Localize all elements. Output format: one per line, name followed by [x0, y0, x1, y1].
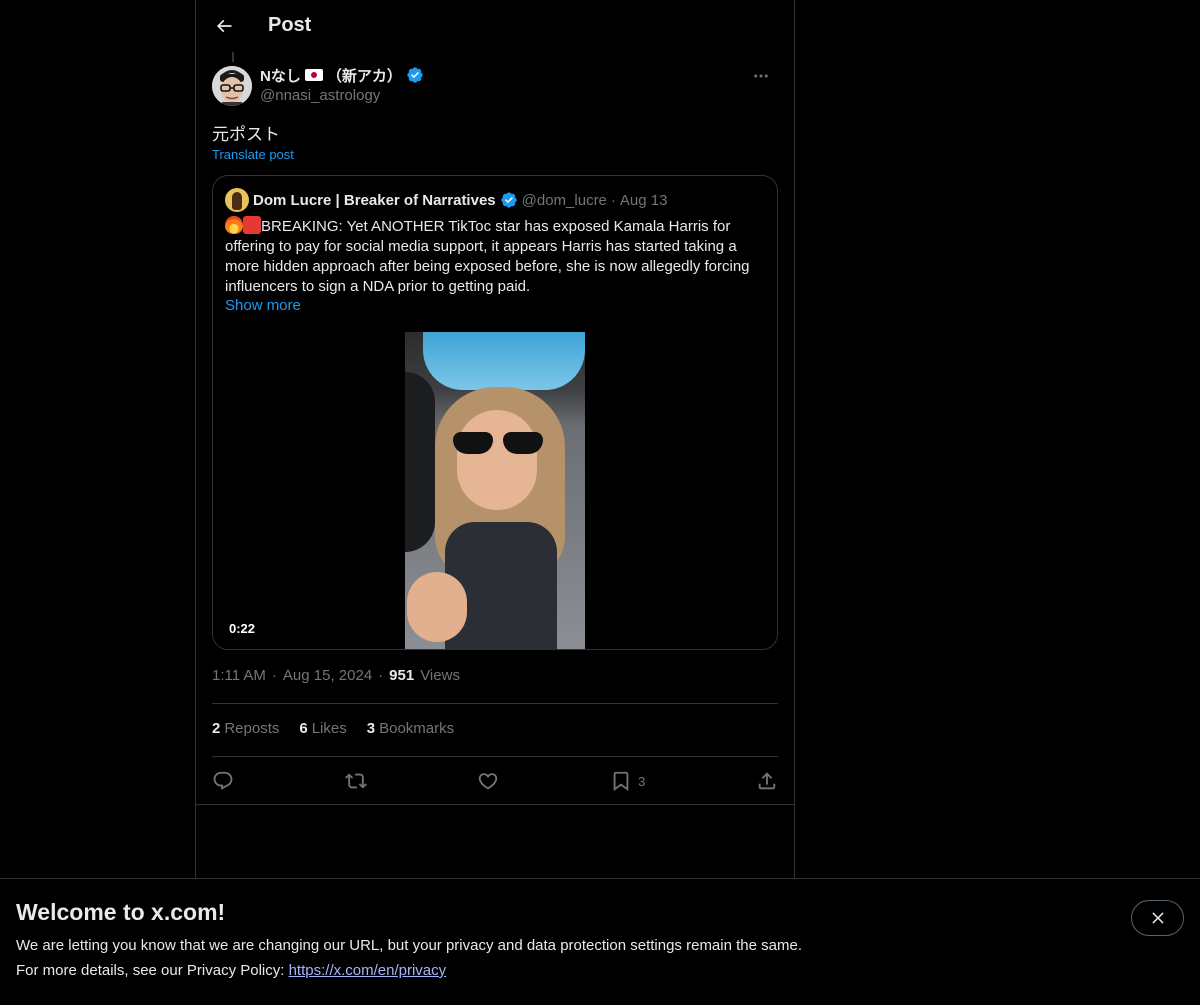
video-thumbnail [405, 332, 585, 649]
banner-privacy-prefix: For more details, see our Privacy Policy… [16, 962, 289, 979]
bookmarks-stat[interactable]: 3 Bookmarks [367, 720, 454, 737]
banner-title: Welcome to x.com! [16, 899, 226, 925]
reply-button[interactable] [212, 766, 234, 796]
quoted-post-text: BREAKING: Yet ANOTHER TikToc star has ex… [225, 216, 765, 297]
post-text: 元ポスト [212, 125, 280, 145]
repost-icon [344, 773, 367, 789]
reposts-stat[interactable]: 2 Reposts [212, 720, 279, 737]
privacy-policy-link[interactable]: https://x.com/en/privacy [289, 962, 447, 979]
page-header: Post [196, 0, 794, 53]
views-count: 951 [389, 667, 415, 684]
likes-label: Likes [311, 720, 347, 737]
meta-separator: · [271, 667, 277, 684]
likes-stat[interactable]: 6 Likes [299, 720, 346, 737]
video-duration: 0:22 [225, 620, 260, 637]
siren-emoji-icon [243, 216, 261, 234]
back-arrow-icon [216, 19, 232, 33]
bookmark-icon [613, 771, 629, 792]
banner-message: We are letting you know that we are chan… [16, 937, 802, 954]
share-icon [758, 772, 776, 790]
heart-icon [479, 773, 498, 790]
japan-flag-icon [304, 69, 323, 81]
post-author: Nなし （新アカ） @nnasi_astrology [212, 64, 778, 108]
post-date[interactable]: Aug 15, 2024 [283, 667, 372, 684]
views-label: Views [420, 667, 460, 684]
quoted-date: Aug 13 [619, 191, 668, 209]
author-names: Nなし （新アカ） @nnasi_astrology [260, 64, 424, 104]
quoted-separator: · [610, 191, 616, 209]
close-banner-button[interactable] [1131, 900, 1184, 936]
post-time[interactable]: 1:11 AM [212, 667, 266, 684]
translate-post-link[interactable]: Translate post [212, 147, 294, 162]
like-button[interactable] [477, 766, 499, 796]
show-more-link[interactable]: Show more [225, 297, 301, 314]
post-meta: 1:11 AM · Aug 15, 2024 · 951 Views [212, 667, 460, 684]
primary-column: Post Nなし （新アカ） @nnasi_astrology 元ポスト Tra… [195, 0, 795, 1005]
quoted-avatar [225, 188, 249, 212]
share-button[interactable] [756, 766, 778, 796]
banner-privacy-line: For more details, see our Privacy Policy… [16, 962, 446, 979]
display-name-row[interactable]: Nなし （新アカ） [260, 64, 424, 86]
divider [212, 756, 778, 757]
divider [212, 703, 778, 704]
divider [196, 804, 794, 805]
quoted-post-header: Dom Lucre | Breaker of Narratives @dom_l… [225, 188, 667, 212]
display-name-suffix: （新アカ） [326, 67, 402, 85]
more-options-button[interactable] [744, 64, 778, 88]
avatar-image [212, 66, 252, 106]
quoted-post-body: BREAKING: Yet ANOTHER TikToc star has ex… [225, 218, 750, 295]
close-icon [1151, 912, 1164, 924]
bookmark-button[interactable]: 3 [610, 766, 645, 796]
post-actions: 3 [212, 766, 778, 796]
avatar[interactable] [212, 66, 252, 106]
more-horizontal-icon [754, 74, 768, 78]
reply-icon [213, 771, 233, 790]
back-button[interactable] [206, 8, 242, 44]
bookmarks-count: 3 [366, 720, 376, 737]
likes-count: 6 [299, 720, 308, 737]
thread-connector [232, 52, 234, 62]
page-title: Post [268, 14, 312, 36]
welcome-banner: Welcome to x.com! We are letting you kno… [0, 878, 1200, 1005]
video-player[interactable]: 0:22 [213, 332, 777, 649]
post-stats: 2 Reposts 6 Likes 3 Bookmarks [212, 720, 454, 737]
bookmarks-label: Bookmarks [379, 720, 455, 737]
verified-badge-icon [407, 67, 423, 83]
quoted-post-card[interactable]: Dom Lucre | Breaker of Narratives @dom_l… [212, 175, 778, 650]
quoted-handle: @dom_lucre [521, 191, 607, 209]
verified-badge-icon [500, 192, 517, 208]
bookmark-count: 3 [638, 773, 646, 789]
repost-button[interactable] [344, 766, 367, 796]
fire-emoji-icon [225, 216, 243, 234]
meta-separator: · [378, 667, 384, 684]
display-name: Nなし [260, 67, 301, 85]
reposts-label: Reposts [224, 720, 280, 737]
quoted-display-name: Dom Lucre | Breaker of Narratives [253, 191, 496, 209]
reposts-count: 2 [212, 720, 221, 737]
author-handle[interactable]: @nnasi_astrology [260, 87, 424, 104]
